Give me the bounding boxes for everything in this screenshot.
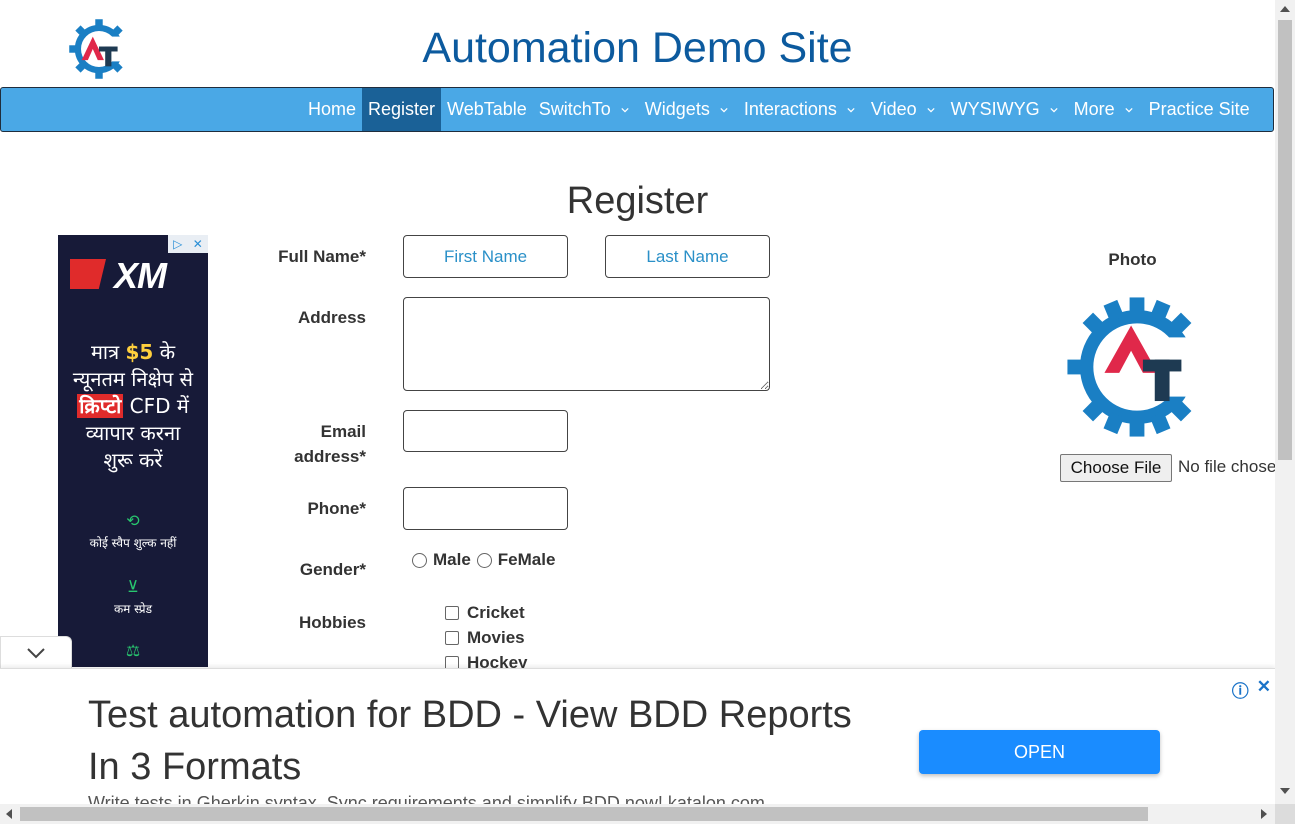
- last-name-input[interactable]: [605, 235, 770, 278]
- ad-money: $5: [125, 340, 154, 364]
- nav-video-label: Video: [870, 99, 917, 119]
- phone-label: Phone*: [307, 499, 366, 518]
- nav-switchto-label: SwitchTo: [538, 99, 611, 119]
- hobby-cricket-checkbox[interactable]: [445, 606, 459, 620]
- profile-photo-image: [1067, 297, 1211, 437]
- gender-label: Gender*: [299, 560, 366, 579]
- hobby-cricket[interactable]: Cricket: [445, 603, 525, 623]
- collapse-ad-button[interactable]: [0, 636, 72, 669]
- nav-home[interactable]: Home: [302, 88, 362, 131]
- horizontal-scrollbar[interactable]: [0, 804, 1275, 824]
- nav-video[interactable]: Video: [865, 88, 945, 131]
- xm-logo-text: XM: [114, 255, 167, 296]
- email-label: Email address*: [236, 419, 366, 469]
- nav-widgets-label: Widgets: [644, 99, 710, 119]
- chevron-down-icon: [621, 107, 629, 112]
- nav-wysiwyg[interactable]: WYSIWYG: [945, 88, 1068, 131]
- vertical-scrollbar[interactable]: [1275, 0, 1295, 804]
- ad-feature-2-label: कम स्प्रेड: [113, 602, 153, 616]
- main-navbar: Home Register WebTable SwitchTo Widgets …: [0, 87, 1274, 132]
- first-name-input[interactable]: [403, 235, 568, 278]
- scroll-right-arrow-icon[interactable]: [1261, 809, 1267, 819]
- choose-file-button[interactable]: Choose File: [1060, 454, 1172, 482]
- chevron-down-icon: [1125, 107, 1133, 112]
- close-icon[interactable]: ✕: [1257, 677, 1271, 702]
- phone-input[interactable]: [403, 487, 568, 530]
- scroll-up-arrow-icon[interactable]: [1280, 6, 1290, 12]
- nav-practice-site-label: Practice Site: [1148, 99, 1250, 119]
- chevron-down-icon: [847, 107, 855, 112]
- close-icon[interactable]: ✕: [193, 237, 203, 251]
- hobby-movies-checkbox[interactable]: [445, 631, 459, 645]
- ad-line2: न्यूनतम निक्षेप से: [72, 367, 194, 391]
- gender-male-label: Male: [433, 550, 471, 569]
- ad-info-icon[interactable]: ▷: [173, 237, 182, 251]
- chevron-down-icon: [27, 648, 45, 659]
- scrollbar-corner: [1275, 804, 1295, 824]
- site-title: Automation Demo Site: [422, 24, 853, 72]
- nav-more-label: More: [1073, 99, 1115, 119]
- file-status-text: No file chosen: [1178, 457, 1275, 476]
- hobby-cricket-label: Cricket: [467, 603, 525, 622]
- nav-register[interactable]: Register: [362, 88, 442, 131]
- page-title: Register: [566, 180, 709, 222]
- spread-icon: ⊻: [127, 577, 139, 596]
- horizontal-scroll-thumb[interactable]: [20, 807, 1148, 821]
- nav-home-label: Home: [308, 99, 357, 119]
- swap-icon: ⟲: [126, 511, 140, 530]
- xm-brand-mark: [70, 259, 106, 289]
- hobbies-label: Hobbies: [298, 613, 366, 632]
- info-icon[interactable]: ⓘ: [1232, 677, 1249, 702]
- gender-male-radio[interactable]: [412, 552, 427, 568]
- hobby-movies[interactable]: Movies: [445, 628, 525, 648]
- ad-crypto: क्रिप्टो: [77, 394, 124, 418]
- nav-register-label: Register: [368, 99, 436, 119]
- photo-label: Photo: [1108, 250, 1157, 269]
- ad-line4: व्यापार करना: [85, 421, 181, 445]
- vertical-scroll-thumb[interactable]: [1278, 20, 1292, 460]
- nav-switchto[interactable]: SwitchTo: [533, 88, 639, 131]
- email-input[interactable]: [403, 410, 568, 452]
- address-textarea[interactable]: [403, 297, 770, 391]
- bottom-advertisement[interactable]: Test automation for BDD - View BDD Repor…: [0, 668, 1275, 805]
- gender-female-radio[interactable]: [476, 552, 492, 568]
- nav-webtable-label: WebTable: [447, 99, 527, 119]
- gender-female-label: FeMale: [497, 550, 556, 569]
- scroll-left-arrow-icon[interactable]: [6, 809, 12, 819]
- nav-interactions-label: Interactions: [743, 99, 837, 119]
- nav-practice-site[interactable]: Practice Site: [1143, 88, 1256, 131]
- address-label: Address: [297, 308, 366, 327]
- nav-widgets[interactable]: Widgets: [639, 88, 738, 131]
- ad-feature-2: ⊻ कम स्प्रेड: [58, 577, 208, 617]
- ad-line3-end: CFD में: [129, 394, 189, 418]
- bottom-ad-choices[interactable]: ⓘ ✕: [1232, 677, 1271, 702]
- hobby-movies-label: Movies: [467, 628, 525, 647]
- scroll-down-arrow-icon[interactable]: [1280, 788, 1290, 794]
- ad-line1-end: के: [159, 340, 176, 364]
- full-name-label: Full Name*: [278, 247, 366, 266]
- ad-open-button[interactable]: OPEN: [919, 730, 1160, 774]
- side-advertisement[interactable]: ▷ ✕ XM मात्र $5 के न्यूनतम निक्षेप से क्…: [58, 235, 208, 667]
- email-label-line2: address*: [294, 447, 366, 466]
- chevron-down-icon: [720, 107, 728, 112]
- ad-line1: मात्र: [90, 340, 120, 364]
- ad-hindi-copy: मात्र $5 के न्यूनतम निक्षेप से क्रिप्टो …: [58, 339, 208, 474]
- ad-line5: शुरू करें: [103, 448, 163, 472]
- nav-webtable[interactable]: WebTable: [441, 88, 533, 131]
- chevron-down-icon: [1049, 107, 1058, 112]
- gender-radio-group: Male FeMale: [412, 550, 555, 570]
- ad-choices-badge[interactable]: ▷ ✕: [168, 235, 208, 253]
- nav-more[interactable]: More: [1068, 88, 1143, 131]
- balance-icon: ⚖: [125, 641, 141, 660]
- nav-wysiwyg-label: WYSIWYG: [950, 99, 1040, 119]
- email-label-line1: Email: [320, 422, 366, 441]
- ad-feature-1: ⟲ कोई स्वैप शुल्क नहीं: [58, 511, 208, 551]
- nav-interactions[interactable]: Interactions: [738, 88, 865, 131]
- bottom-ad-headline[interactable]: Test automation for BDD - View BDD Repor…: [88, 689, 868, 793]
- chevron-down-icon: [926, 107, 935, 112]
- ad-feature-1-label: कोई स्वैप शुल्क नहीं: [89, 536, 177, 550]
- ad-feature-3: ⚖: [58, 641, 208, 664]
